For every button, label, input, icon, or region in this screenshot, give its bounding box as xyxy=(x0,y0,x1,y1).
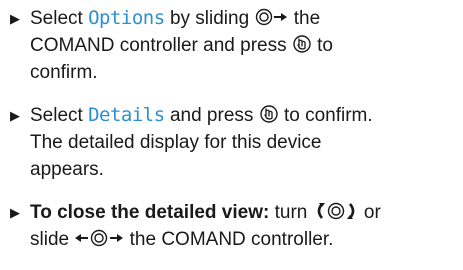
bullet-arrow-icon: ▶ xyxy=(10,108,20,123)
instruction-text: by sliding xyxy=(164,8,255,29)
bullet-arrow-icon: ▶ xyxy=(10,11,20,26)
instruction-text: to confirm. xyxy=(278,105,373,126)
instruction-text: appears. xyxy=(30,159,104,180)
controller-slide-left-right-icon xyxy=(74,228,124,248)
step-line: ▶ Select Options by sliding the xyxy=(0,5,463,32)
instruction-text: turn xyxy=(269,202,313,223)
menu-term-details: Details xyxy=(88,104,165,126)
instruction-text: Select xyxy=(30,105,89,126)
step-line: confirm. xyxy=(0,59,463,86)
instruction-text: the xyxy=(288,8,321,29)
step-line: ▶ To close the detailed view: turn or xyxy=(0,199,463,226)
step-select-details: ▶ Select Details and press to confirm. T… xyxy=(0,102,463,183)
instruction-text: slide xyxy=(30,229,75,250)
step-close-detailed-view: ▶ To close the detailed view: turn or sl… xyxy=(0,199,463,253)
instruction-text: COMAND controller and press xyxy=(30,35,292,56)
instruction-heading: To close the detailed view: xyxy=(30,202,270,223)
instruction-text: to xyxy=(311,35,333,56)
controller-slide-right-icon xyxy=(254,7,288,27)
menu-term-options: Options xyxy=(88,7,165,29)
instruction-text: confirm. xyxy=(30,62,98,83)
step-select-options: ▶ Select Options by sliding the COMAND c… xyxy=(0,5,463,86)
instruction-text: The detailed display for this device xyxy=(30,132,322,153)
step-line: slide the COMAND controller. xyxy=(0,226,463,253)
step-line: appears. xyxy=(0,156,463,183)
instruction-text: and press xyxy=(164,105,259,126)
instruction-text: the COMAND controller. xyxy=(124,229,334,250)
bullet-arrow-icon: ▶ xyxy=(10,205,20,220)
step-line: ▶ Select Details and press to confirm. xyxy=(0,102,463,129)
instruction-text: or xyxy=(358,202,381,223)
step-line: COMAND controller and press to xyxy=(0,32,463,59)
step-line: The detailed display for this device xyxy=(0,129,463,156)
instruction-text: Select xyxy=(30,8,89,29)
press-controller-icon xyxy=(292,34,312,54)
press-controller-icon xyxy=(259,104,279,124)
controller-turn-icon xyxy=(313,201,359,221)
